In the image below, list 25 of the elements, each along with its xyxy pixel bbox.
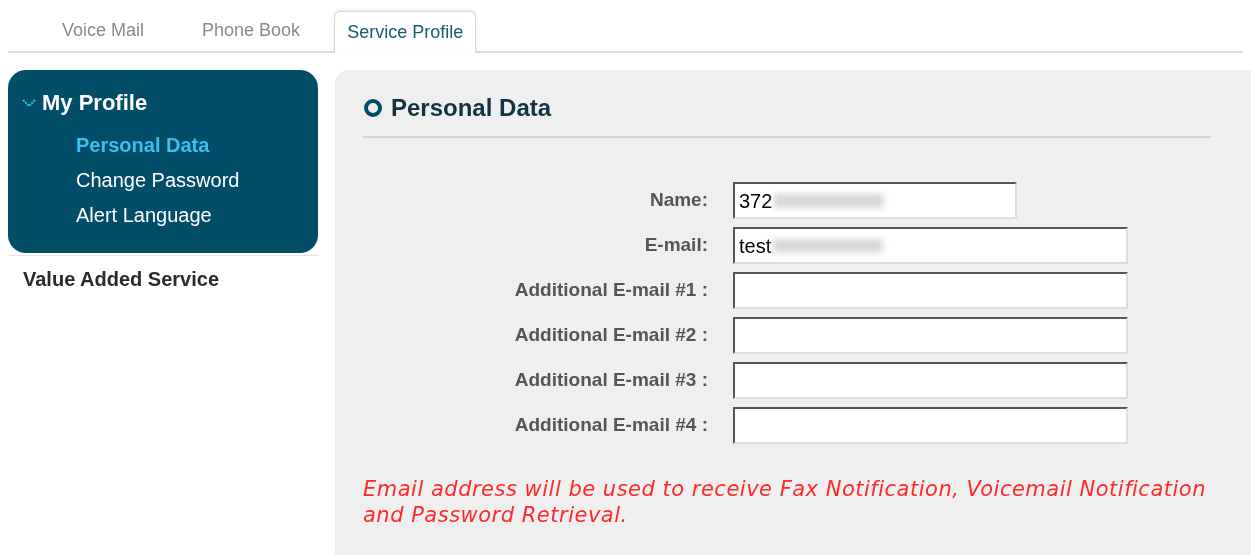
field-label: Name: (649, 188, 708, 213)
notice-text: Email address will be used to receive Fax Notification, Voicemail Notification and Password Retrieval. (363, 476, 1207, 528)
panel-title: Personal Data (391, 93, 552, 123)
sidebar-item[interactable]: Alert Language (76, 201, 212, 230)
sidebar-section-link[interactable]: Value Added Service (23, 268, 219, 290)
text-field[interactable] (733, 317, 1128, 354)
text-field[interactable]: 372 (733, 182, 1017, 219)
tab[interactable]: Service Profile (334, 11, 477, 53)
field-value: 372 (739, 188, 773, 214)
field-label: Additional E-mail #4 : (514, 413, 708, 438)
circle-icon (363, 98, 383, 118)
menu-title: My Profile (42, 89, 148, 117)
sidebar-item[interactable]: Personal Data (76, 131, 210, 160)
sidebar-item[interactable]: Change Password (76, 166, 240, 195)
text-field[interactable] (733, 272, 1128, 309)
field-label: E-mail: (644, 233, 708, 258)
field-value: test (739, 233, 772, 259)
tab[interactable]: Phone Book (178, 9, 325, 51)
text-field[interactable] (733, 407, 1128, 444)
field-label: Additional E-mail #2 : (514, 323, 708, 348)
field-label: Additional E-mail #1 : (514, 278, 708, 303)
tab[interactable]: Voice Mail (38, 9, 169, 51)
text-field[interactable] (733, 362, 1128, 399)
text-field[interactable]: test (733, 227, 1128, 264)
field-label: Additional E-mail #3 : (514, 368, 708, 393)
